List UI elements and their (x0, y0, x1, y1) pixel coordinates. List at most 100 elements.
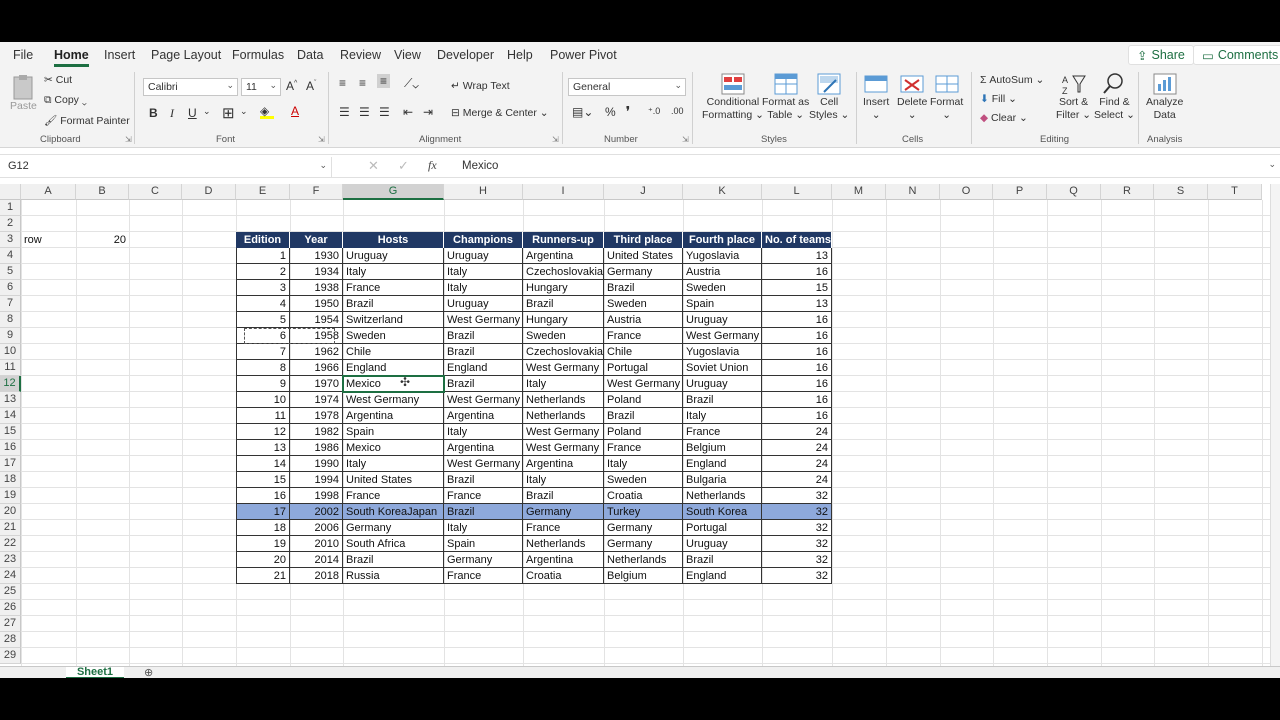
column-header-c[interactable]: C (129, 184, 182, 200)
table-cell[interactable]: 1998 (290, 488, 343, 504)
table-cell[interactable]: France (523, 520, 604, 536)
table-cell[interactable]: 15 (236, 472, 290, 488)
column-header-m[interactable]: M (832, 184, 886, 200)
table-cell[interactable]: South KoreaJapan (343, 504, 444, 520)
cut-button[interactable]: ✂ Cut (44, 74, 72, 86)
align-left-icon[interactable]: ☰ (339, 105, 350, 119)
table-cell[interactable]: Spain (683, 296, 762, 312)
row-header-3[interactable]: 3 (0, 232, 21, 248)
bold-button[interactable]: B (149, 106, 158, 120)
table-header-cell[interactable]: Champions (444, 232, 523, 248)
table-cell[interactable]: Argentina (523, 248, 604, 264)
table-cell[interactable]: Yugoslavia (683, 248, 762, 264)
table-cell[interactable]: Germany (444, 552, 523, 568)
font-launcher-icon[interactable]: ⇲ (318, 135, 325, 144)
row-header-28[interactable]: 28 (0, 632, 21, 648)
tab-file[interactable]: File (13, 48, 33, 62)
table-cell[interactable]: West Germany (523, 440, 604, 456)
table-cell[interactable]: Chile (343, 344, 444, 360)
row-header-12[interactable]: 12 (0, 376, 21, 392)
decrease-font-icon[interactable]: Aˇ (306, 79, 316, 93)
table-cell[interactable]: 32 (762, 504, 832, 520)
table-cell[interactable]: West Germany (604, 376, 683, 392)
row-header-20[interactable]: 20 (0, 504, 21, 520)
table-cell[interactable]: Italy (604, 456, 683, 472)
table-cell[interactable]: 14 (236, 456, 290, 472)
table-cell[interactable]: France (604, 440, 683, 456)
table-cell[interactable]: Uruguay (343, 248, 444, 264)
increase-decimal-icon[interactable]: ⁺.0 (648, 106, 660, 117)
column-header-e[interactable]: E (236, 184, 290, 200)
format-as-table-button[interactable]: Format as Table ⌄ (762, 72, 809, 122)
table-cell[interactable]: Italy (343, 264, 444, 280)
table-cell[interactable]: 16 (762, 312, 832, 328)
column-header-f[interactable]: F (290, 184, 343, 200)
table-cell[interactable]: England (683, 456, 762, 472)
table-cell[interactable]: 2006 (290, 520, 343, 536)
table-cell[interactable]: Italy (444, 520, 523, 536)
copy-button[interactable]: ⧉ Copy ⌄ (44, 94, 87, 107)
table-cell[interactable]: Sweden (604, 472, 683, 488)
column-header-p[interactable]: P (993, 184, 1047, 200)
table-cell[interactable]: Italy (523, 472, 604, 488)
table-cell[interactable]: 1978 (290, 408, 343, 424)
table-cell[interactable]: Argentina (523, 552, 604, 568)
table-cell[interactable]: West Germany (444, 312, 523, 328)
row-header-5[interactable]: 5 (0, 264, 21, 280)
insert-function-icon[interactable]: fx (428, 158, 437, 173)
chevron-down-icon[interactable]: ⌄ (203, 106, 211, 117)
table-cell[interactable]: Spain (343, 424, 444, 440)
decrease-decimal-icon[interactable]: .00 (671, 106, 684, 116)
table-header-cell[interactable]: Third place (604, 232, 683, 248)
table-cell[interactable]: France (604, 328, 683, 344)
clipboard-launcher-icon[interactable]: ⇲ (125, 135, 132, 144)
table-cell[interactable]: 24 (762, 440, 832, 456)
table-cell[interactable]: Germany (343, 520, 444, 536)
table-cell[interactable]: France (444, 568, 523, 584)
column-header-l[interactable]: L (762, 184, 832, 200)
table-cell[interactable]: Brazil (343, 552, 444, 568)
italic-button[interactable]: I (170, 106, 174, 121)
table-cell[interactable]: Yugoslavia (683, 344, 762, 360)
table-cell[interactable]: Netherlands (523, 536, 604, 552)
table-cell[interactable]: Belgium (683, 440, 762, 456)
table-cell[interactable]: 32 (762, 520, 832, 536)
table-cell[interactable]: England (683, 568, 762, 584)
tab-developer[interactable]: Developer (437, 48, 494, 62)
table-cell[interactable]: France (343, 488, 444, 504)
table-cell[interactable]: 24 (762, 456, 832, 472)
row-header-6[interactable]: 6 (0, 280, 21, 296)
table-cell[interactable]: 32 (762, 552, 832, 568)
table-cell[interactable]: Brazil (343, 296, 444, 312)
table-cell[interactable]: Uruguay (683, 536, 762, 552)
tab-insert[interactable]: Insert (104, 48, 135, 62)
vertical-scrollbar[interactable] (1270, 184, 1280, 666)
table-cell[interactable]: 16 (236, 488, 290, 504)
column-header-r[interactable]: R (1101, 184, 1154, 200)
font-color-icon[interactable]: A (291, 104, 299, 118)
table-cell[interactable]: 1954 (290, 312, 343, 328)
row-header-23[interactable]: 23 (0, 552, 21, 568)
table-cell[interactable]: Austria (683, 264, 762, 280)
row-header-29[interactable]: 29 (0, 648, 21, 664)
table-cell[interactable]: 17 (236, 504, 290, 520)
table-header-cell[interactable]: Runners-up (523, 232, 604, 248)
table-cell[interactable]: 2014 (290, 552, 343, 568)
table-cell[interactable]: 16 (762, 344, 832, 360)
table-cell[interactable]: 2018 (290, 568, 343, 584)
table-cell[interactable]: 16 (762, 328, 832, 344)
row-header-27[interactable]: 27 (0, 616, 21, 632)
table-cell[interactable]: 11 (236, 408, 290, 424)
tab-power-pivot[interactable]: Power Pivot (550, 48, 617, 62)
table-cell[interactable]: 4 (236, 296, 290, 312)
table-cell[interactable]: 10 (236, 392, 290, 408)
table-header-cell[interactable]: Fourth place (683, 232, 762, 248)
delete-cells-button[interactable]: Delete ⌄ (897, 72, 927, 122)
table-cell[interactable]: 2010 (290, 536, 343, 552)
row-header-21[interactable]: 21 (0, 520, 21, 536)
table-cell[interactable]: 13 (762, 296, 832, 312)
row-header-1[interactable]: 1 (0, 200, 21, 216)
table-cell[interactable]: Portugal (604, 360, 683, 376)
table-cell[interactable]: 24 (762, 472, 832, 488)
table-cell[interactable]: Czechoslovakia (523, 344, 604, 360)
